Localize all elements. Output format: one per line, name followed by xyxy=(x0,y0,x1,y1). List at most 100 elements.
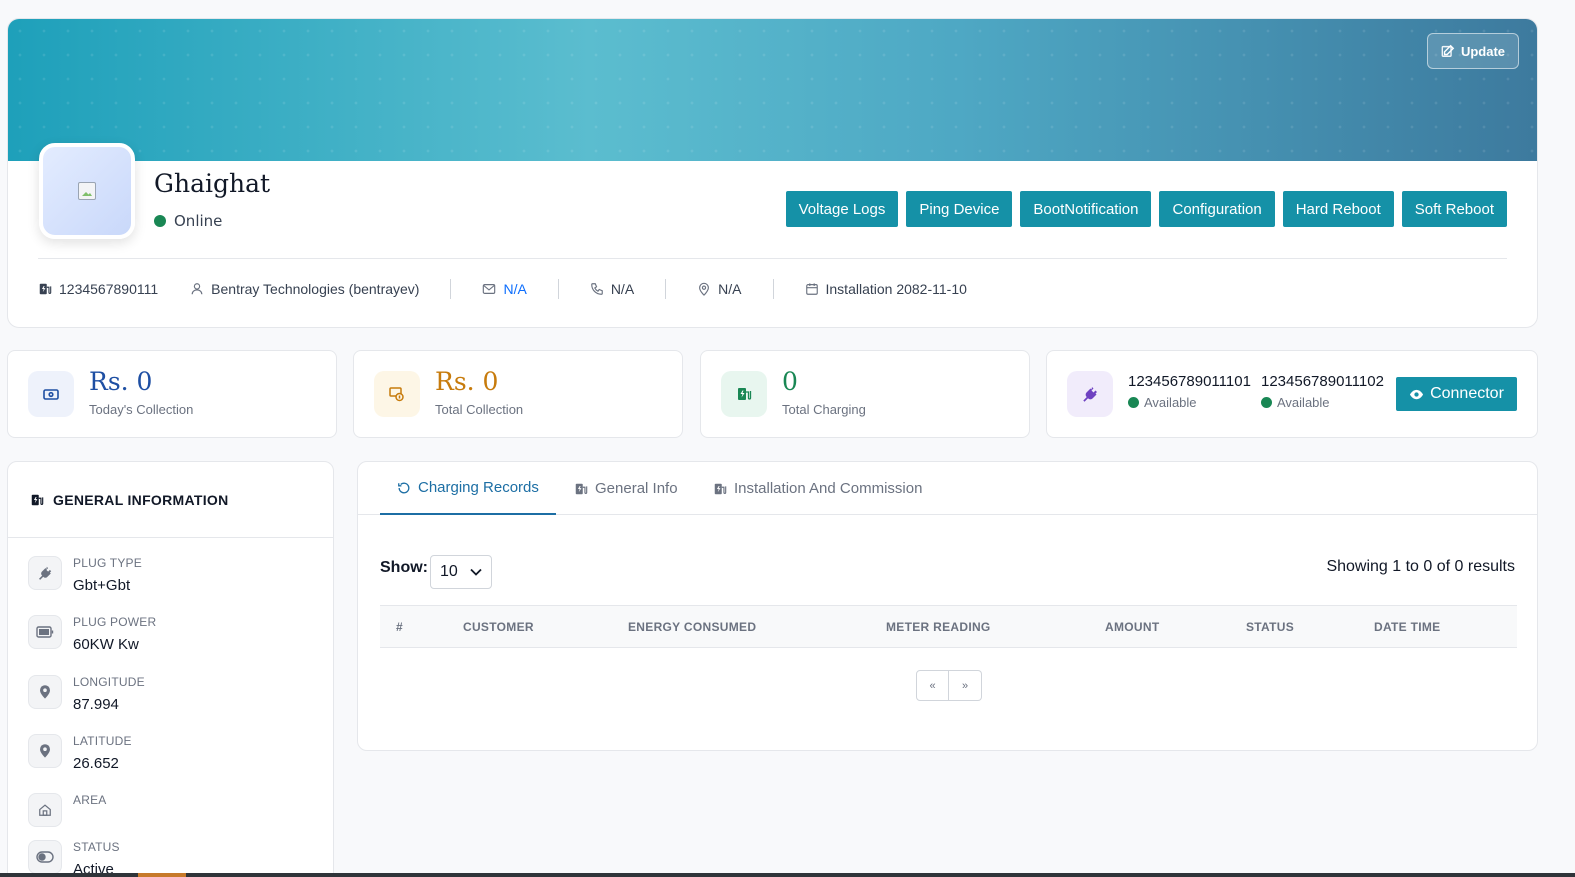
toggle-icon xyxy=(28,840,62,874)
todays-collection-card: Rs. 0 Today's Collection xyxy=(7,350,337,438)
meta-separator xyxy=(450,279,452,299)
plug-icon xyxy=(1067,371,1113,417)
email-link[interactable]: N/A xyxy=(503,281,526,297)
connector-1-id: 123456789011101 xyxy=(1128,373,1251,390)
todays-collection-label: Today's Collection xyxy=(89,402,194,417)
meta-installation: Installation 2082-11-10 xyxy=(805,281,967,297)
records-table-header: # CUSTOMER ENERGY CONSUMED METER READING… xyxy=(380,605,1517,648)
connectors-card: 123456789011101 Available 12345678901110… xyxy=(1046,350,1538,438)
column-header-amount[interactable]: AMOUNT xyxy=(1105,606,1159,648)
phone-text: N/A xyxy=(610,281,635,297)
total-collection-card: Rs. 0 Total Collection xyxy=(353,350,683,438)
bottom-edge-bar xyxy=(0,873,1575,877)
connector-1-status: Available xyxy=(1128,395,1251,410)
meta-owner: Bentray Technologies (bentrayev) xyxy=(190,281,419,297)
history-icon xyxy=(398,482,410,493)
station-avatar xyxy=(39,143,135,239)
connector-2[interactable]: 123456789011102 Available xyxy=(1261,373,1384,410)
cash-icon xyxy=(28,371,74,417)
next-page-button[interactable]: » xyxy=(949,670,982,701)
prev-page-button[interactable]: « xyxy=(916,670,949,701)
update-button[interactable]: Update xyxy=(1427,33,1519,69)
charging-station-icon xyxy=(714,483,727,494)
charging-station-icon xyxy=(39,283,52,295)
connector-1[interactable]: 123456789011101 Available xyxy=(1128,373,1251,410)
pin-icon xyxy=(28,675,62,709)
station-status: Online xyxy=(154,212,222,230)
status-label: STATUS xyxy=(73,840,120,854)
station-profile-card: Update Ghaighat Online Voltage Logs Ping… xyxy=(7,18,1538,328)
meta-separator xyxy=(772,279,774,299)
column-header-status[interactable]: STATUS xyxy=(1246,606,1294,648)
results-summary: Showing 1 to 0 of 0 results xyxy=(1326,558,1515,575)
location-pin-icon xyxy=(699,282,710,296)
tab-installation-commission-label: Installation And Commission xyxy=(734,480,923,497)
charging-station-icon xyxy=(721,371,767,417)
connector-button[interactable]: Connector xyxy=(1396,377,1517,411)
page-size-select[interactable]: 10 xyxy=(430,555,492,589)
tab-general-info[interactable]: General Info xyxy=(574,462,678,515)
eye-icon xyxy=(1410,389,1424,399)
meta-location: N/A xyxy=(697,281,742,297)
station-status-label: Online xyxy=(174,212,223,230)
station-id-text: 1234567890111 xyxy=(59,281,159,297)
pagination: « » xyxy=(916,670,982,701)
battery-icon xyxy=(28,615,62,649)
online-dot-icon xyxy=(154,215,166,227)
mail-icon xyxy=(483,284,496,294)
station-name: Ghaighat xyxy=(154,169,271,198)
general-information-title: GENERAL INFORMATION xyxy=(53,491,229,508)
longitude-label: LONGITUDE xyxy=(73,675,145,689)
column-header-index: # xyxy=(396,620,403,634)
page-size-value: 10 xyxy=(440,563,458,580)
total-charging-value: 0 xyxy=(782,367,798,396)
connector-1-status-label: Available xyxy=(1144,395,1197,410)
charging-station-icon xyxy=(575,483,588,494)
column-header-meter-reading[interactable]: METER READING xyxy=(886,606,991,648)
column-header-customer[interactable]: CUSTOMER xyxy=(463,606,534,648)
location-text: N/A xyxy=(718,281,742,297)
profile-divider xyxy=(38,258,1507,259)
meta-separator xyxy=(665,279,667,299)
total-charging-card: 0 Total Charging xyxy=(700,350,1030,438)
phone-icon xyxy=(590,283,603,295)
show-label: Show: xyxy=(380,559,428,576)
records-tabs: Charging Records General Info Installati… xyxy=(358,462,1537,515)
latitude-value: 26.652 xyxy=(73,755,119,772)
installation-text: Installation 2082-11-10 xyxy=(825,281,967,297)
area-label: AREA xyxy=(73,793,107,807)
configuration-button[interactable]: Configuration xyxy=(1159,191,1275,227)
home-icon xyxy=(28,793,62,827)
total-collection-label: Total Collection xyxy=(435,402,524,417)
available-dot-icon xyxy=(1128,397,1139,408)
boot-notification-button[interactable]: BootNotification xyxy=(1020,191,1152,227)
edit-icon xyxy=(1441,44,1455,57)
column-header-date-time[interactable]: DATE TIME xyxy=(1374,606,1440,648)
station-meta: 1234567890111 Bentray Technologies (bent… xyxy=(38,279,967,299)
plug-icon xyxy=(28,556,62,590)
device-actions: Voltage Logs Ping Device BootNotificatio… xyxy=(785,191,1507,227)
soft-reboot-button[interactable]: Soft Reboot xyxy=(1401,191,1507,227)
total-charging-label: Total Charging xyxy=(782,402,866,417)
meta-phone: N/A xyxy=(590,281,634,297)
broken-image-icon xyxy=(78,182,96,200)
meta-separator xyxy=(557,279,559,299)
voltage-logs-button[interactable]: Voltage Logs xyxy=(785,191,899,227)
meta-email: N/A xyxy=(482,281,527,297)
tab-installation-commission[interactable]: Installation And Commission xyxy=(713,462,922,515)
column-header-energy-consumed[interactable]: ENERGY CONSUMED xyxy=(628,606,756,648)
hard-reboot-button[interactable]: Hard Reboot xyxy=(1282,191,1394,227)
pin-icon xyxy=(28,734,62,768)
owner-text: Bentray Technologies (bentrayev) xyxy=(211,281,420,297)
profile-banner xyxy=(8,19,1537,161)
charging-station-icon xyxy=(31,494,44,505)
calendar-icon xyxy=(805,283,818,295)
todays-collection-value: Rs. 0 xyxy=(89,367,153,396)
tab-charging-records-label: Charging Records xyxy=(418,479,539,496)
records-card: Charging Records General Info Installati… xyxy=(357,461,1538,751)
ping-device-button[interactable]: Ping Device xyxy=(906,191,1013,227)
available-dot-icon xyxy=(1261,397,1272,408)
tab-charging-records[interactable]: Charging Records xyxy=(380,462,556,515)
plug-type-value: Gbt+Gbt xyxy=(73,577,131,594)
plug-power-label: PLUG POWER xyxy=(73,615,157,629)
